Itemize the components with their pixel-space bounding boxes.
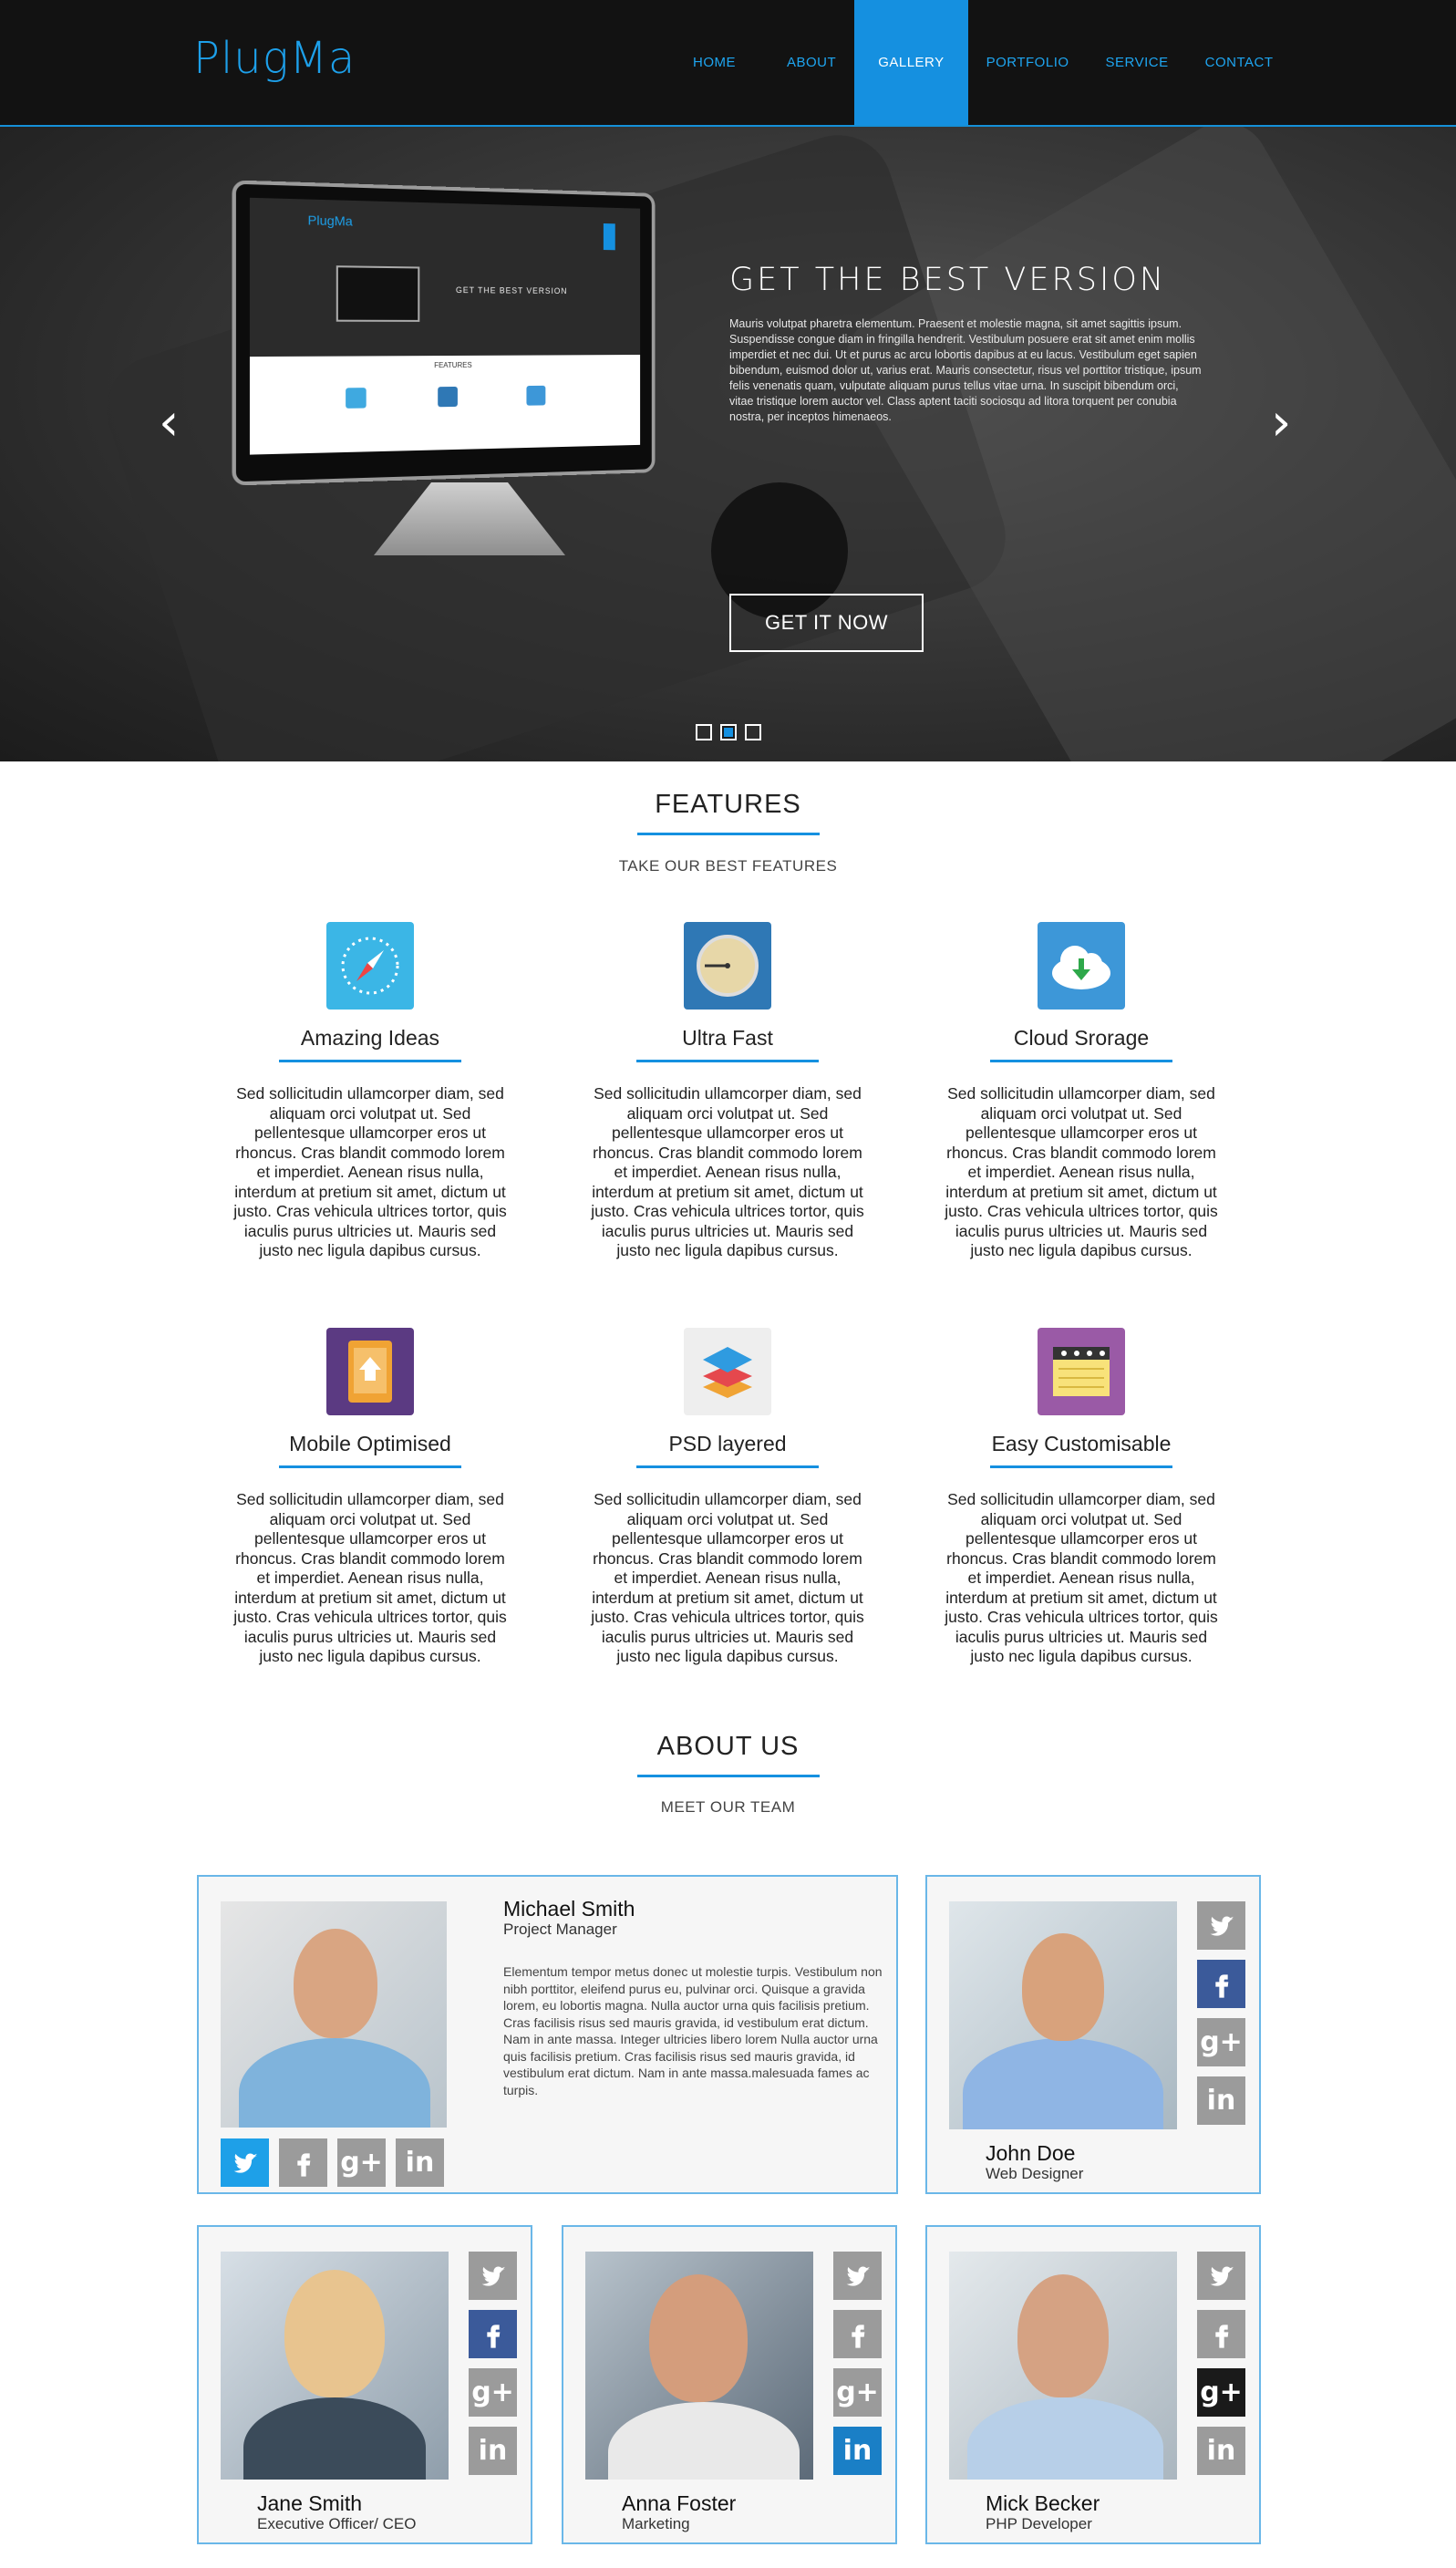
screen-title: GET THE BEST VERSION	[456, 285, 567, 295]
hero-slider: ‹ › PlugMa GET THE BEST VERSION FEATURES…	[0, 127, 1456, 761]
logo[interactable]: PlugMa	[193, 33, 356, 84]
member-role: Web Designer	[986, 2165, 1083, 2183]
member-role: Marketing	[622, 2515, 690, 2533]
feature-text: Sed sollicitudin ullamcorper diam, sed a…	[582, 1490, 873, 1667]
feature-title: Amazing Ideas	[224, 1026, 516, 1051]
googleplus-icon[interactable]: g+	[1197, 2018, 1245, 2066]
nav-about[interactable]: ABOUT	[769, 0, 854, 125]
team-card-john-doe: g+ in John Doe Web Designer	[925, 1875, 1261, 2194]
feature-title: PSD layered	[582, 1432, 873, 1456]
screen-features-label: FEATURES	[250, 360, 640, 371]
member-bio: Elementum tempor metus donec ut molestie…	[503, 1963, 884, 2098]
linkedin-icon[interactable]: in	[1197, 2427, 1245, 2475]
twitter-icon[interactable]	[833, 2252, 882, 2300]
team-card-michael-smith: Michael Smith Project Manager Elementum …	[197, 1875, 898, 2194]
nav-service[interactable]: SERVICE	[1088, 0, 1187, 125]
site-header: PlugMa HOME ABOUT GALLERY PORTFOLIO SERV…	[0, 0, 1456, 127]
feature-text: Sed sollicitudin ullamcorper diam, sed a…	[582, 1084, 873, 1261]
nav-gallery[interactable]: GALLERY	[854, 0, 967, 125]
googleplus-icon[interactable]: g+	[337, 2138, 386, 2187]
feature-title: Cloud Srorage	[935, 1026, 1227, 1051]
facebook-icon[interactable]	[833, 2310, 882, 2358]
member-photo	[949, 2252, 1177, 2480]
feature-cloud-storage: Cloud Srorage Sed sollicitudin ullamcorp…	[935, 922, 1227, 1261]
googleplus-icon[interactable]: g+	[833, 2368, 882, 2417]
team-card-jane-smith: g+ in Jane Smith Executive Officer/ CEO	[197, 2225, 532, 2544]
member-photo	[585, 2252, 813, 2480]
linkedin-icon[interactable]: in	[1197, 2076, 1245, 2125]
feature-text: Sed sollicitudin ullamcorper diam, sed a…	[224, 1490, 516, 1667]
twitter-icon[interactable]	[469, 2252, 517, 2300]
feature-title: Ultra Fast	[582, 1026, 873, 1051]
linkedin-icon[interactable]: in	[833, 2427, 882, 2475]
nav-contact[interactable]: CONTACT	[1187, 0, 1292, 125]
slider-dot-2[interactable]	[720, 724, 737, 740]
features-title: FEATURES	[0, 790, 1456, 820]
twitter-icon[interactable]	[1197, 1901, 1245, 1950]
feature-title: Easy Customisable	[935, 1432, 1227, 1456]
linkedin-icon[interactable]: in	[469, 2427, 517, 2475]
notepad-icon	[1038, 1328, 1125, 1415]
main-nav: HOME ABOUT GALLERY PORTFOLIO SERVICE CON…	[675, 0, 1292, 125]
linkedin-icon[interactable]: in	[396, 2138, 444, 2187]
facebook-icon[interactable]	[1197, 1960, 1245, 2008]
screen-logo: PlugMa	[308, 212, 353, 229]
facebook-icon[interactable]	[469, 2310, 517, 2358]
member-role: PHP Developer	[986, 2515, 1092, 2533]
feature-text: Sed sollicitudin ullamcorper diam, sed a…	[935, 1084, 1227, 1261]
member-photo	[221, 2252, 449, 2480]
googleplus-icon[interactable]: g+	[469, 2368, 517, 2417]
facebook-icon[interactable]	[279, 2138, 327, 2187]
feature-easy-customisable: Easy Customisable Sed sollicitudin ullam…	[935, 1328, 1227, 1667]
nav-home[interactable]: HOME	[675, 0, 754, 125]
hero-content: GET THE BEST VERSION Mauris volutpat pha…	[729, 262, 1203, 425]
twitter-icon[interactable]	[221, 2138, 269, 2187]
feature-text: Sed sollicitudin ullamcorper diam, sed a…	[935, 1490, 1227, 1667]
cloud-download-icon	[1038, 922, 1125, 1010]
feature-title: Mobile Optimised	[224, 1432, 516, 1456]
chevron-right-icon[interactable]: ›	[1271, 393, 1291, 452]
facebook-icon[interactable]	[1197, 2310, 1245, 2358]
member-name: Mick Becker	[986, 2491, 1100, 2516]
about-subtitle: MEET OUR TEAM	[0, 1798, 1456, 1817]
compass-icon	[326, 922, 414, 1010]
monitor-image: PlugMa GET THE BEST VERSION FEATURES	[232, 180, 656, 485]
member-name: John Doe	[986, 2141, 1075, 2166]
slider-dot-3[interactable]	[745, 724, 761, 740]
googleplus-icon[interactable]: g+	[1197, 2368, 1245, 2417]
member-name: Anna Foster	[622, 2491, 736, 2516]
hero-paragraph: Mauris volutpat pharetra elementum. Prae…	[729, 316, 1203, 425]
slider-pagination	[696, 724, 761, 740]
member-role: Project Manager	[503, 1921, 617, 1939]
nav-portfolio[interactable]: PORTFOLIO	[968, 0, 1088, 125]
member-name: Michael Smith	[503, 1897, 635, 1921]
twitter-icon[interactable]	[1197, 2252, 1245, 2300]
feature-ultra-fast: Ultra Fast Sed sollicitudin ullamcorper …	[582, 922, 873, 1261]
features-title-underline	[637, 833, 820, 835]
about-title: ABOUT US	[0, 1732, 1456, 1762]
hero-background-phone	[830, 127, 1456, 761]
member-role: Executive Officer/ CEO	[257, 2515, 416, 2533]
layers-icon	[684, 1328, 771, 1415]
team-card-mick-becker: g+ in Mick Becker PHP Developer	[925, 2225, 1261, 2544]
about-title-underline	[637, 1775, 820, 1777]
feature-psd-layered: PSD layered Sed sollicitudin ullamcorper…	[582, 1328, 873, 1667]
feature-text: Sed sollicitudin ullamcorper diam, sed a…	[224, 1084, 516, 1261]
monitor-screen: PlugMa GET THE BEST VERSION FEATURES	[250, 198, 640, 455]
clock-icon	[684, 922, 771, 1010]
get-it-now-button[interactable]: GET IT NOW	[729, 594, 924, 652]
member-photo	[949, 1901, 1177, 2129]
feature-amazing-ideas: Amazing Ideas Sed sollicitudin ullamcorp…	[224, 922, 516, 1261]
screen-mini-monitor	[336, 265, 420, 322]
team-card-anna-foster: g+ in Anna Foster Marketing	[562, 2225, 897, 2544]
mobile-upload-icon	[326, 1328, 414, 1415]
member-photo	[221, 1901, 447, 2128]
features-subtitle: TAKE OUR BEST FEATURES	[0, 857, 1456, 875]
chevron-left-icon[interactable]: ‹	[159, 393, 179, 452]
hero-title: GET THE BEST VERSION	[729, 262, 1203, 298]
slider-dot-1[interactable]	[696, 724, 712, 740]
feature-mobile-optimised: Mobile Optimised Sed sollicitudin ullamc…	[224, 1328, 516, 1667]
member-name: Jane Smith	[257, 2491, 362, 2516]
